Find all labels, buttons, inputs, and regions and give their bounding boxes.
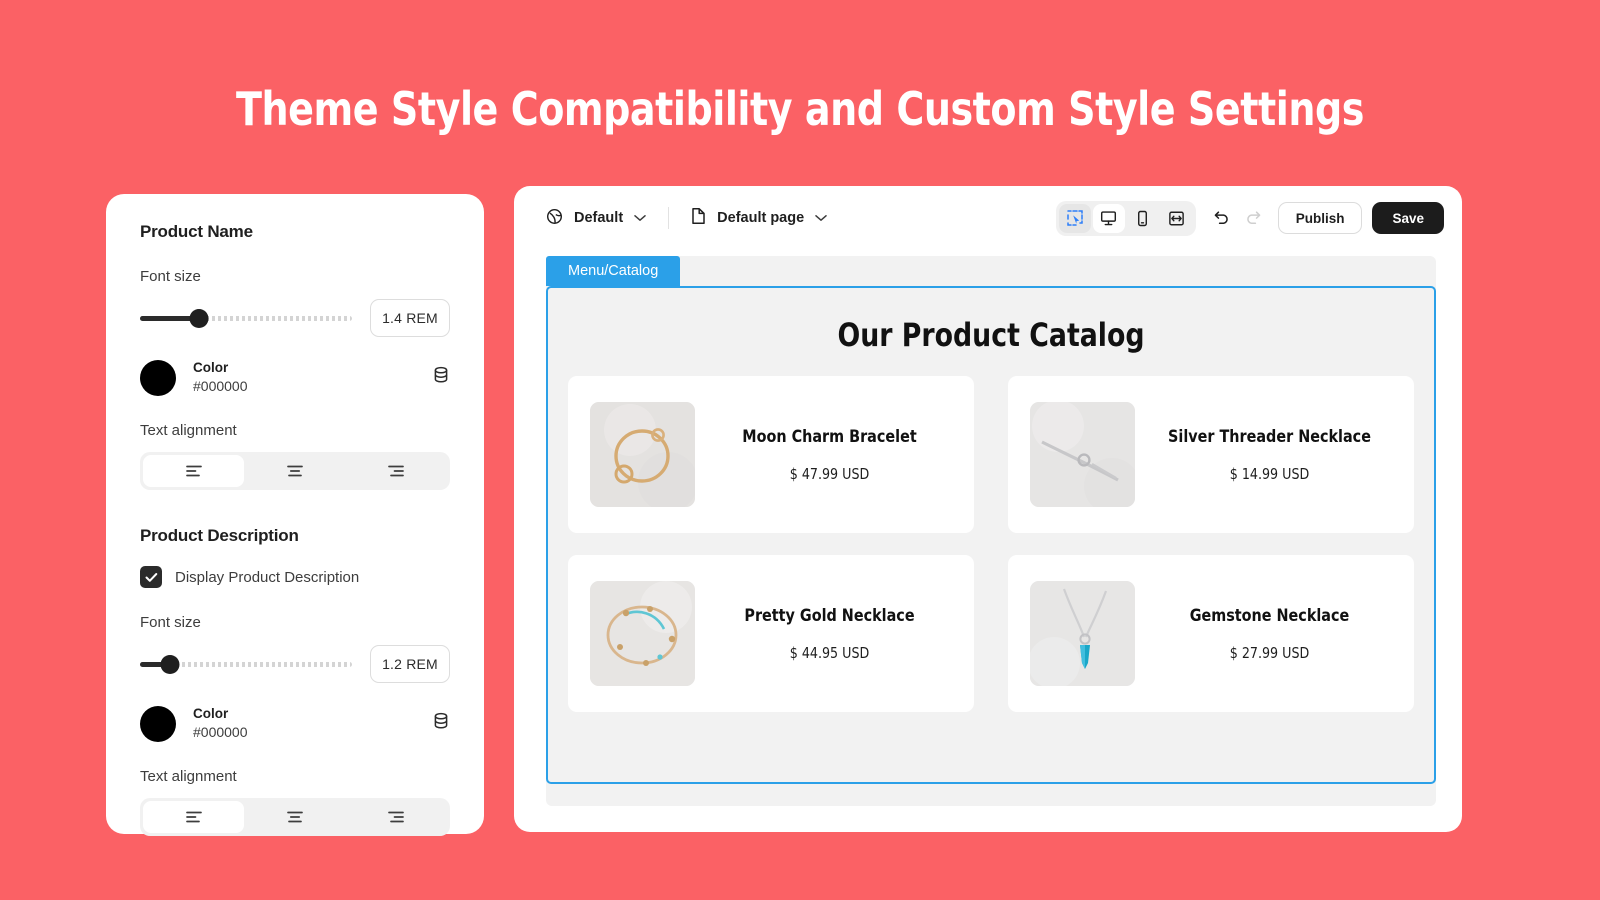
chevron-down-icon bbox=[634, 210, 646, 226]
product-name: Silver Threader Necklace bbox=[1168, 426, 1371, 447]
product-card[interactable]: Gemstone Necklace $ 27.99 USD bbox=[1008, 555, 1414, 712]
editor-window: Default Default page Publish Save Menu/C… bbox=[514, 186, 1462, 832]
font-size-label: Font size bbox=[140, 268, 201, 285]
font-size-slider-row: 1.4 REM bbox=[140, 299, 450, 337]
text-alignment-label: Text alignment bbox=[140, 422, 237, 440]
section-heading: Product Name bbox=[140, 222, 253, 241]
product-card[interactable]: Moon Charm Bracelet $ 47.99 USD bbox=[568, 376, 974, 533]
settings-panel: Product Name Font size 1.4 REM Color #00… bbox=[106, 194, 484, 837]
product-card[interactable]: Pretty Gold Necklace $ 44.95 USD bbox=[568, 555, 974, 712]
color-hex-value: #000000 bbox=[193, 724, 248, 741]
font-size-slider[interactable] bbox=[140, 308, 352, 328]
align-left-button[interactable] bbox=[143, 455, 245, 488]
responsive-icon[interactable] bbox=[1161, 204, 1193, 233]
color-texts: Color #000000 bbox=[193, 359, 432, 396]
globe-icon bbox=[546, 208, 563, 229]
page-title: Theme Style Compatibility and Custom Sty… bbox=[236, 82, 1364, 136]
font-size-slider[interactable] bbox=[140, 654, 352, 674]
product-price: $ 47.99 USD bbox=[789, 464, 870, 483]
color-row: Color #000000 bbox=[140, 705, 450, 742]
section-product-description: Product Description Display Product Desc… bbox=[140, 526, 450, 837]
color-swatch[interactable] bbox=[140, 359, 176, 396]
display-description-checkbox[interactable] bbox=[140, 566, 162, 589]
product-image bbox=[590, 581, 695, 686]
product-info: Pretty Gold Necklace $ 44.95 USD bbox=[695, 606, 952, 662]
color-label: Color bbox=[193, 360, 229, 375]
product-price: $ 27.99 USD bbox=[1229, 643, 1310, 662]
font-size-label: Font size bbox=[140, 614, 201, 632]
slider-knob[interactable] bbox=[160, 654, 180, 674]
product-price: $ 44.95 USD bbox=[789, 643, 870, 662]
product-name: Pretty Gold Necklace bbox=[744, 605, 915, 626]
product-info: Gemstone Necklace $ 27.99 USD bbox=[1135, 606, 1392, 662]
display-description-row[interactable]: Display Product Description bbox=[140, 566, 450, 589]
text-alignment-label: Text alignment bbox=[140, 768, 237, 786]
page-file-icon bbox=[691, 207, 706, 229]
product-info: Silver Threader Necklace $ 14.99 USD bbox=[1135, 427, 1392, 483]
align-left-button[interactable] bbox=[143, 801, 245, 834]
selected-section-frame[interactable]: Our Product Catalog Moon Charm Bracelet … bbox=[546, 286, 1436, 784]
font-size-value[interactable]: 1.4 REM bbox=[370, 299, 450, 337]
align-right-button[interactable] bbox=[346, 801, 447, 833]
database-icon[interactable] bbox=[432, 712, 450, 736]
product-image bbox=[590, 402, 695, 507]
product-info: Moon Charm Bracelet $ 47.99 USD bbox=[695, 427, 952, 483]
color-texts: Color #000000 bbox=[193, 705, 432, 742]
save-button[interactable]: Save bbox=[1372, 202, 1444, 234]
color-swatch[interactable] bbox=[140, 705, 176, 742]
device-toolbar-group bbox=[1055, 200, 1196, 236]
align-right-button[interactable] bbox=[346, 455, 447, 487]
database-icon[interactable] bbox=[432, 366, 450, 390]
product-price: $ 14.99 USD bbox=[1229, 464, 1310, 483]
page-selector-label: Default page bbox=[717, 210, 805, 226]
color-label: Color bbox=[193, 706, 229, 722]
editor-toolbar: Default Default page Publish Save bbox=[514, 186, 1462, 250]
align-center-button[interactable] bbox=[244, 455, 345, 487]
color-hex-value: #000000 bbox=[193, 378, 248, 395]
font-size-value[interactable]: 1.2 REM bbox=[370, 645, 450, 684]
mobile-icon[interactable] bbox=[1127, 204, 1159, 233]
product-card[interactable]: Silver Threader Necklace $ 14.99 USD bbox=[1008, 376, 1414, 533]
section-product-name: Product Name Font size 1.4 REM Color #00… bbox=[140, 222, 450, 491]
product-image bbox=[1030, 402, 1135, 507]
publish-button[interactable]: Publish bbox=[1277, 202, 1363, 234]
font-size-slider-row: 1.2 REM bbox=[140, 645, 450, 684]
toolbar-divider bbox=[668, 207, 670, 229]
align-center-button[interactable] bbox=[244, 801, 345, 833]
select-cursor-icon[interactable] bbox=[1058, 203, 1091, 233]
catalog-title: Our Product Catalog bbox=[837, 316, 1145, 354]
display-description-label: Display Product Description bbox=[175, 568, 360, 586]
product-image bbox=[1030, 581, 1135, 686]
undo-button[interactable] bbox=[1206, 203, 1238, 233]
selection-tab-label[interactable]: Menu/Catalog bbox=[546, 256, 681, 286]
section-heading: Product Description bbox=[140, 526, 299, 546]
slider-knob[interactable] bbox=[189, 308, 209, 328]
theme-selector-label: Default bbox=[574, 210, 624, 226]
page-selector[interactable]: Default page bbox=[691, 207, 827, 229]
color-row: Color #000000 bbox=[140, 359, 450, 396]
product-grid: Moon Charm Bracelet $ 47.99 USD Silver T… bbox=[568, 376, 1414, 712]
desktop-icon[interactable] bbox=[1092, 203, 1125, 233]
product-name: Moon Charm Bracelet bbox=[742, 426, 917, 447]
text-alignment-group bbox=[140, 798, 450, 837]
text-alignment-group bbox=[140, 452, 450, 491]
theme-selector[interactable]: Default bbox=[546, 208, 646, 229]
product-name: Gemstone Necklace bbox=[1189, 605, 1350, 626]
redo-button[interactable] bbox=[1238, 203, 1270, 233]
chevron-down-icon bbox=[815, 210, 827, 226]
editor-canvas: Menu/Catalog Our Product Catalog Moon Ch… bbox=[546, 256, 1436, 806]
